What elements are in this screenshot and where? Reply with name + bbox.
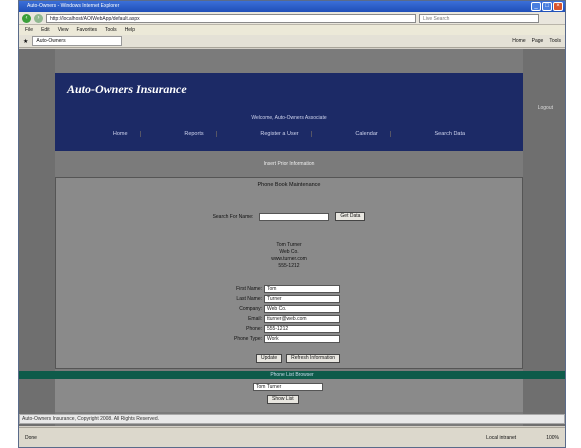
get-data-button[interactable]: Get Data [335,212,366,221]
form-row: Company: Web Co. [226,304,340,313]
search-name-label: Search For Name: [212,213,254,220]
site-banner: Auto-Owners Insurance Logout Welcome, Au… [55,73,553,151]
logout-link[interactable]: Logout [538,105,553,111]
home-button[interactable]: Home [512,38,525,44]
phone-label: Phone: [246,325,262,332]
contact-email: www.turner.com [271,256,307,262]
menu-favorites[interactable]: Favorites [76,25,97,35]
browser-window: Auto-Owners - Windows Internet Explorer … [18,0,566,448]
status-text: Done [25,434,37,441]
menu-bar: File Edit View Favorites Tools Help [19,25,565,35]
form-row: Email: tturner@web.com [226,314,340,323]
page-button[interactable]: Page [532,38,544,44]
address-toolbar: ‹ › http://localhost/AOIWebApp/default.a… [19,12,565,25]
maximize-icon[interactable]: □ [542,2,552,11]
phone-list-select[interactable]: Tom Turner [253,383,323,391]
search-name-input[interactable] [259,212,330,221]
first-name-label: First Name: [236,285,262,292]
contact-phone: 555-1212 [278,263,300,269]
phone-input[interactable]: 555-1212 [264,324,340,333]
window-title: Auto-Owners - Windows Internet Explorer [27,3,120,9]
email-input[interactable]: tturner@web.com [264,314,340,323]
form-row: First Name: Tom [226,284,340,293]
site-footer: Auto-Owners Insurance, Copyright 2008. A… [19,414,565,424]
search-box[interactable]: Live Search [419,13,539,23]
screenshot-frame: Auto-Owners - Windows Internet Explorer … [0,0,581,448]
zoom-control[interactable]: 100% [546,435,559,441]
menu-help[interactable]: Help [125,25,135,35]
status-right: Local intranet 100% [486,435,559,441]
favorites-star-icon[interactable]: ★ [23,38,28,45]
menu-tools[interactable]: Tools [105,25,117,35]
phone-list-bar: Phone List Browser [19,371,565,379]
site-nav: Home Reports Register a User Calendar Se… [55,131,523,137]
email-label: Email: [248,315,262,322]
company-input[interactable]: Web Co. [264,304,340,313]
form-row: Phone Type: Work [226,334,340,343]
tab-auto-owners[interactable]: Auto-Owners [32,36,123,46]
form-buttons: Update Refresh Information [256,354,341,363]
page-subtitle: Insert Prior Information [263,161,315,167]
form-row: Phone: 555-1212 [226,324,340,333]
minimize-icon[interactable]: _ [531,2,541,11]
first-name-input[interactable]: Tom [264,284,340,293]
welcome-text: Welcome, Auto-Owners Associate [251,115,327,121]
search-row: Search For Name: Get Data [56,212,522,221]
tab-bar: ★ Auto-Owners Home Page Tools [19,35,565,48]
command-bar: Home Page Tools [512,38,561,44]
menu-view[interactable]: View [58,25,69,35]
site-logo: Auto-Owners Insurance [67,82,187,96]
nav-calendar[interactable]: Calendar [343,131,391,137]
phone-list-panel: Tom Turner Show List [55,379,523,412]
nav-search-data[interactable]: Search Data [423,131,478,137]
close-icon[interactable]: × [553,2,563,11]
update-button[interactable]: Update [256,354,283,363]
form-row: Last Name: Turner [226,294,340,303]
phone-type-select[interactable]: Work [264,334,340,343]
title-bar: Auto-Owners - Windows Internet Explorer … [19,1,565,12]
site-container: Auto-Owners Insurance Logout Welcome, Au… [55,49,553,426]
contact-form: First Name: Tom Last Name: Turner Compan… [226,284,340,344]
refresh-information-button[interactable]: Refresh Information [286,354,341,363]
show-list-button[interactable]: Show List [267,395,299,404]
nav-home[interactable]: Home [101,131,141,137]
nav-reports[interactable]: Reports [172,131,217,137]
contact-name: Tom Turner [276,242,302,248]
back-icon[interactable]: ‹ [22,13,31,23]
company-label: Company: [239,305,262,312]
menu-file[interactable]: File [25,25,33,35]
menu-edit[interactable]: Edit [41,25,50,35]
forward-icon[interactable]: › [34,13,43,23]
tools-button[interactable]: Tools [549,38,561,44]
last-name-label: Last Name: [236,295,262,302]
phone-type-label: Phone Type: [234,335,262,342]
page-content: Auto-Owners Insurance Logout Welcome, Au… [19,49,565,426]
panel-title: Phone Book Maintenance [257,182,321,188]
nav-register-user[interactable]: Register a User [248,131,312,137]
address-bar[interactable]: http://localhost/AOIWebApp/default.aspx [46,13,416,23]
window-controls: _ □ × [531,2,563,11]
zone-indicator: Local intranet [486,434,517,441]
contact-company: Web Co. [279,249,299,255]
last-name-input[interactable]: Turner [264,294,340,303]
phone-book-panel: Phone Book Maintenance Search For Name: … [55,177,523,369]
contact-summary: Tom Turner Web Co. www.turner.com 555-12… [56,242,522,270]
status-bar: Done Local intranet 100% [19,427,565,447]
